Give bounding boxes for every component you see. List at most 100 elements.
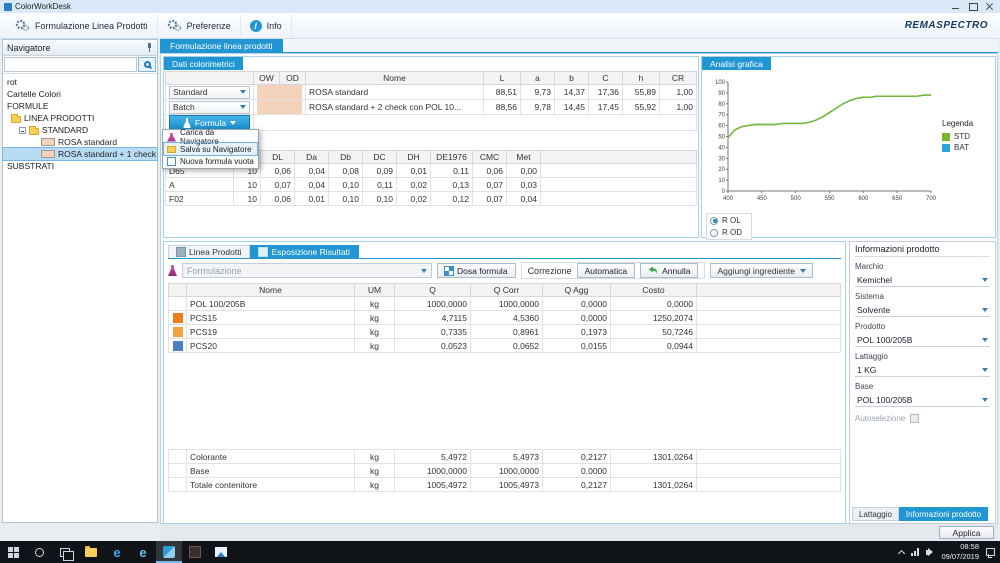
- annulla-button[interactable]: Annulla: [640, 263, 698, 278]
- standard-selector[interactable]: Standard: [169, 86, 250, 99]
- taskbar-app[interactable]: [182, 541, 208, 563]
- maximize-button[interactable]: [968, 2, 977, 11]
- sistema-select[interactable]: Solvente: [855, 303, 990, 317]
- radio-unselected-icon: [710, 229, 718, 237]
- product-info-panel: Informazioni prodotto Marchio Kemichel S…: [849, 241, 996, 524]
- search-button[interactable]: [138, 57, 156, 72]
- window-title: ColorWorkDesk: [15, 2, 71, 11]
- chevron-up-icon[interactable]: [898, 549, 905, 556]
- taskbar-file-explorer[interactable]: [78, 541, 104, 563]
- tree-item-rot[interactable]: rot: [3, 76, 157, 88]
- dosa-formula-button[interactable]: Dosa formula: [437, 263, 516, 278]
- aggiungi-ingrediente-select[interactable]: Aggiungi ingrediente: [710, 263, 813, 278]
- legend-title: Legenda: [942, 119, 973, 128]
- taskbar-colorworkdesk[interactable]: [156, 541, 182, 563]
- color-swatch: [41, 138, 55, 146]
- col-q-corr: Q Corr: [471, 284, 543, 297]
- tree-item-rosa-standard-check[interactable]: ROSA standard + 1 check con POL 100/205B: [3, 148, 157, 160]
- taskbar-edge[interactable]: e: [104, 541, 130, 563]
- ingredient-row[interactable]: POL 100/205B kg 1000,0000 1000,0000 0,00…: [169, 297, 841, 311]
- prodotto-select[interactable]: POL 100/205B: [855, 333, 990, 347]
- cortana-search-button[interactable]: [26, 541, 52, 563]
- folder-icon: [11, 116, 21, 123]
- colorimetric-header-row: OW OD Nome L a b C h CR: [166, 72, 697, 85]
- col-q-agg: Q Agg: [543, 284, 611, 297]
- taskbar: e e 08:58 09/07/2019: [0, 541, 1000, 563]
- apply-button[interactable]: Applica: [939, 526, 994, 539]
- speaker-icon[interactable]: [926, 550, 930, 555]
- field-base: Base POL 100/205B: [855, 382, 990, 407]
- graph-panel: Analisi grafica 010203040506070809010040…: [701, 56, 996, 238]
- marchio-select[interactable]: Kemichel: [855, 273, 990, 287]
- col-um: UM: [355, 284, 395, 297]
- tab-linea-prodotti[interactable]: Linea Prodotti: [168, 245, 250, 258]
- clock-date: 09/07/2019: [941, 552, 979, 562]
- tab-analisi-grafica[interactable]: Analisi grafica: [702, 57, 771, 70]
- taskbar-clock[interactable]: 08:58 09/07/2019: [941, 542, 979, 562]
- tree-item-standard[interactable]: STANDARD: [3, 124, 157, 136]
- menu-item-nuova-formula-vuota[interactable]: Nuova formula vuota: [164, 155, 257, 167]
- system-tray: 08:58 09/07/2019: [899, 541, 1000, 563]
- batch-row: Batch ROSA standard + 2 check con POL 10…: [166, 100, 697, 115]
- ingredient-row[interactable]: PCS20 kg 0,0523 0,0652 0,0155 0,0944: [169, 339, 841, 353]
- radio-r-od[interactable]: R OD: [710, 228, 748, 237]
- navigator-tree: rot Cartelle Colori FORMULE LINEA PRODOT…: [3, 74, 157, 172]
- radio-r-ol[interactable]: R OL: [710, 216, 748, 225]
- search-input[interactable]: [4, 57, 137, 72]
- colorimetric-panel: Dati colorimetrici OW OD Nome L a b: [163, 56, 699, 238]
- formulazione-select[interactable]: Formulazione: [182, 263, 432, 278]
- menu-formulazione-linea-prodotti[interactable]: Formulazione Linea Prodotti: [6, 15, 158, 37]
- ingredient-row[interactable]: PCS15 kg 4,7115 4,5360 0,0000 1250,2074: [169, 311, 841, 325]
- pin-icon[interactable]: [144, 43, 153, 52]
- close-button[interactable]: [985, 2, 994, 11]
- minimize-button[interactable]: [951, 2, 960, 11]
- tab-esposizione-risultati[interactable]: Esposizione Risultati: [250, 245, 358, 258]
- windows-logo-icon: [8, 547, 19, 558]
- tab-lattaggio[interactable]: Lattaggio: [852, 507, 899, 521]
- navigator-panel: Navigatore rot Cartelle Colori FORMULE L…: [2, 39, 158, 523]
- automatica-button[interactable]: Automatica: [577, 263, 636, 278]
- tab-dati-colorimetrici[interactable]: Dati colorimetrici: [164, 57, 243, 70]
- grid-icon: [259, 248, 267, 256]
- col-L: L: [484, 72, 521, 85]
- tree-item-formule[interactable]: FORMULE: [3, 100, 157, 112]
- total-row-totale-contenitore: Totale contenitore kg 1005,4972 1005,497…: [169, 478, 841, 492]
- product-info-title: Informazioni prodotto: [855, 244, 990, 257]
- tree-item-cartelle-colori[interactable]: Cartelle Colori: [3, 88, 157, 100]
- lattaggio-select[interactable]: 1 KG: [855, 363, 990, 377]
- svg-text:650: 650: [892, 196, 903, 202]
- menu-preferenze[interactable]: Preferenze: [158, 15, 241, 37]
- tab-formulazione-linea-prodotti[interactable]: Formulazione linea prodotti: [160, 39, 283, 53]
- tree-item-substrati[interactable]: SUBSTRATI: [3, 160, 157, 172]
- internet-explorer-icon: e: [139, 546, 146, 559]
- autoselezione-checkbox[interactable]: [910, 414, 919, 423]
- task-view-icon: [60, 548, 70, 557]
- svg-text:700: 700: [926, 196, 936, 202]
- start-button[interactable]: [0, 541, 26, 563]
- taskbar-internet-explorer[interactable]: e: [130, 541, 156, 563]
- tree-item-rosa-standard[interactable]: ROSA standard: [3, 136, 157, 148]
- ingredient-color-swatch: [173, 341, 183, 351]
- col-DC: DC: [363, 151, 397, 164]
- dose-grid-icon: [445, 267, 453, 275]
- menu-item-salva-su-navigatore[interactable]: Salva su Navigatore: [164, 143, 257, 155]
- collapse-icon[interactable]: [19, 127, 26, 134]
- task-view-button[interactable]: [52, 541, 78, 563]
- notification-center-icon[interactable]: [986, 548, 995, 556]
- menu-info[interactable]: i Info: [241, 15, 292, 37]
- svg-text:80: 80: [718, 102, 725, 108]
- brand-logo: REMASPECTRO: [905, 20, 994, 31]
- tab-informazioni-prodotto[interactable]: Informazioni prodotto: [899, 507, 988, 521]
- menu-item-carica-da-navigatore[interactable]: Carica da Navigatore: [164, 131, 257, 143]
- taskbar-photos[interactable]: [208, 541, 234, 563]
- col-CR: CR: [660, 72, 697, 85]
- photos-icon: [215, 547, 227, 557]
- caret-down-icon: [982, 398, 988, 402]
- network-icon[interactable]: [911, 548, 919, 556]
- tree-item-linea-prodotti[interactable]: LINEA PRODOTTI: [3, 112, 157, 124]
- col-C: C: [589, 72, 623, 85]
- navigator-title: Navigatore: [7, 43, 51, 53]
- ingredient-row[interactable]: PCS19 kg 0,7335 0,8961 0,1973 50,7246: [169, 325, 841, 339]
- base-select[interactable]: POL 100/205B: [855, 393, 990, 407]
- batch-selector[interactable]: Batch: [169, 101, 250, 114]
